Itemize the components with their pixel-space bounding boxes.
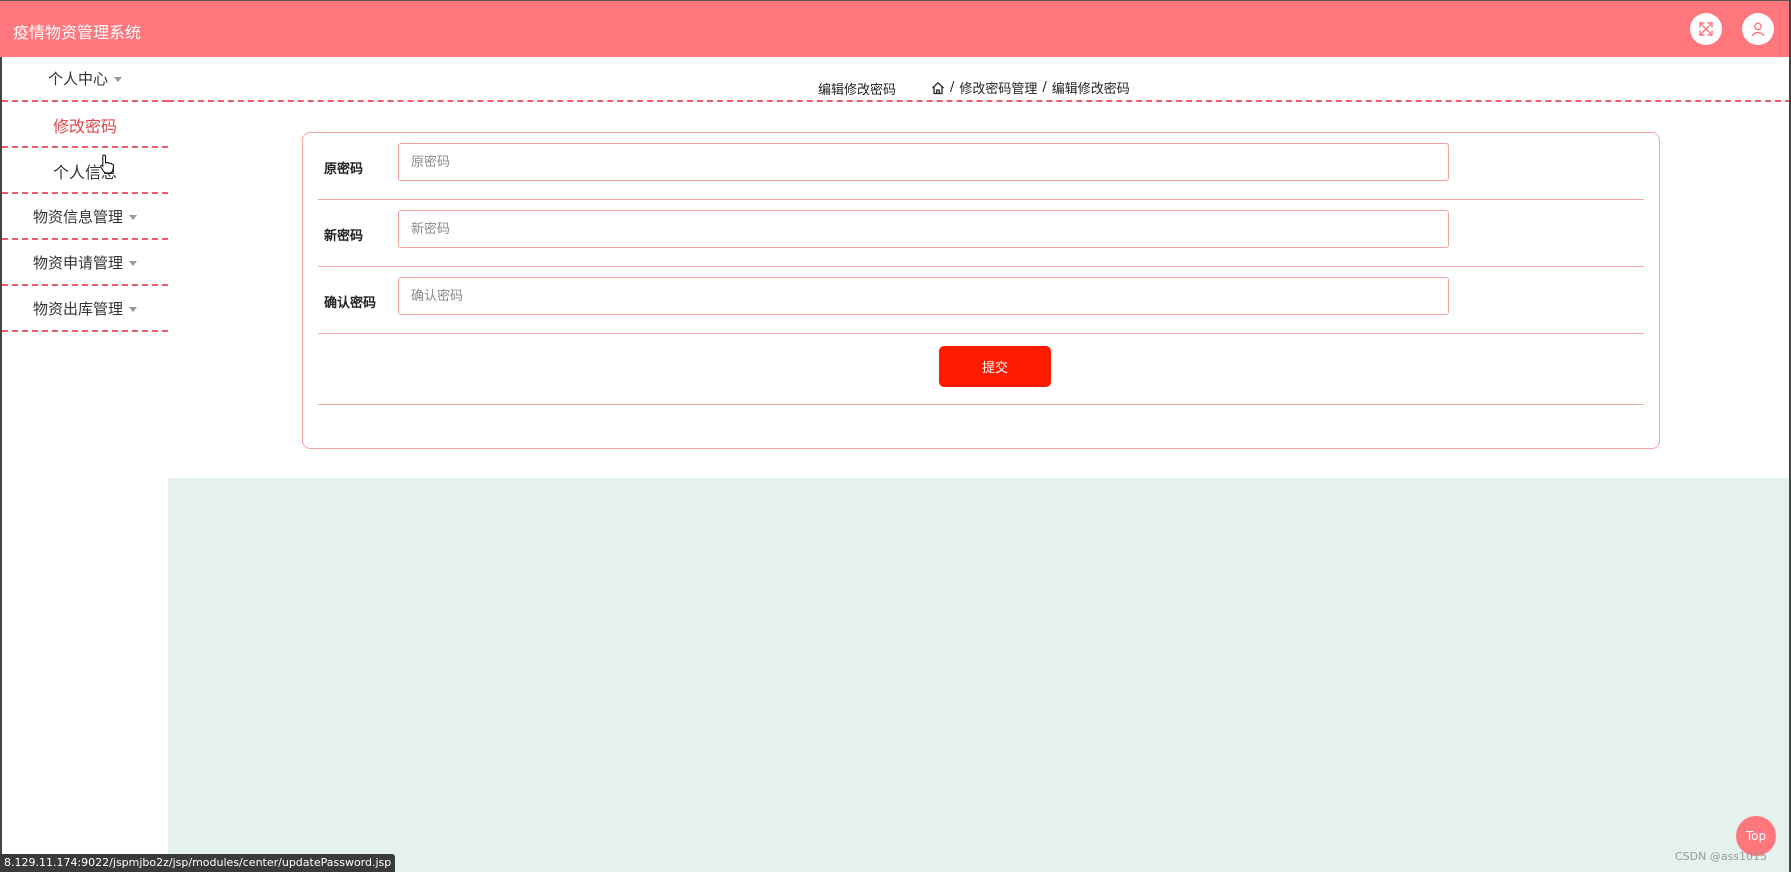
sidebar-item-personal-info[interactable]: 个人信息 bbox=[2, 149, 168, 194]
breadcrumb: / 修改密码管理 / 编辑修改密码 bbox=[931, 78, 1130, 97]
chevron-down-icon bbox=[129, 215, 137, 220]
breadcrumb-item: 编辑修改密码 bbox=[1051, 82, 1130, 97]
new-password-input[interactable] bbox=[398, 210, 1449, 248]
sidebar-item-material-outbound[interactable]: 物资出库管理 bbox=[2, 287, 168, 332]
form-row-confirm-password: 确认密码 bbox=[318, 267, 1644, 334]
password-form: 原密码 新密码 确认密码 提交 bbox=[302, 132, 1660, 449]
watermark: CSDN @ass1015 bbox=[1675, 850, 1768, 863]
sidebar-item-label: 物资出库管理 bbox=[32, 300, 123, 318]
expand-icon bbox=[1699, 22, 1713, 36]
home-icon[interactable] bbox=[931, 81, 945, 95]
form-row-submit: 提交 bbox=[318, 334, 1644, 405]
sidebar-item-material-info[interactable]: 物资信息管理 bbox=[2, 195, 168, 240]
content-background bbox=[168, 478, 1791, 872]
sidebar-item-change-password[interactable]: 修改密码 bbox=[2, 103, 168, 148]
chevron-down-icon bbox=[114, 77, 122, 82]
status-url: 8.129.11.174:9022/jspmjbo2z/jsp/modules/… bbox=[0, 854, 396, 872]
form-row-old-password: 原密码 bbox=[318, 133, 1644, 200]
sidebar-item-label: 修改密码 bbox=[52, 116, 117, 136]
new-password-label: 新密码 bbox=[324, 229, 364, 244]
breadcrumb-separator: / bbox=[1042, 80, 1047, 95]
form-row-new-password: 新密码 bbox=[318, 200, 1644, 267]
user-icon bbox=[1751, 22, 1765, 37]
chevron-down-icon bbox=[129, 307, 137, 312]
sidebar-item-label: 个人中心 bbox=[47, 70, 108, 88]
pointer-cursor-icon bbox=[100, 154, 114, 174]
sidebar: 个人中心 修改密码 个人信息 物资信息管理 物资申请管理 物资出库管理 bbox=[0, 57, 168, 872]
confirm-password-label: 确认密码 bbox=[324, 296, 377, 311]
sidebar-item-label: 物资申请管理 bbox=[32, 254, 123, 272]
app-title: 疫情物资管理系统 bbox=[13, 23, 142, 42]
submit-button[interactable]: 提交 bbox=[939, 346, 1051, 387]
chevron-down-icon bbox=[129, 261, 137, 266]
sidebar-item-material-apply[interactable]: 物资申请管理 bbox=[2, 241, 168, 286]
old-password-input[interactable] bbox=[398, 143, 1449, 181]
confirm-password-input[interactable] bbox=[398, 277, 1449, 315]
breadcrumb-item[interactable]: 修改密码管理 bbox=[959, 78, 1037, 97]
sidebar-item-personal-center[interactable]: 个人中心 bbox=[2, 57, 168, 102]
old-password-label: 原密码 bbox=[324, 162, 364, 177]
breadcrumb-separator: / bbox=[950, 80, 955, 95]
user-button[interactable] bbox=[1742, 13, 1774, 45]
sidebar-item-label: 物资信息管理 bbox=[32, 208, 123, 226]
top-bar: 疫情物资管理系统 bbox=[0, 0, 1791, 57]
breadcrumb-bar: 编辑修改密码 / 修改密码管理 / 编辑修改密码 bbox=[168, 57, 1791, 102]
fullscreen-button[interactable] bbox=[1690, 13, 1722, 45]
page-title: 编辑修改密码 bbox=[818, 83, 897, 98]
